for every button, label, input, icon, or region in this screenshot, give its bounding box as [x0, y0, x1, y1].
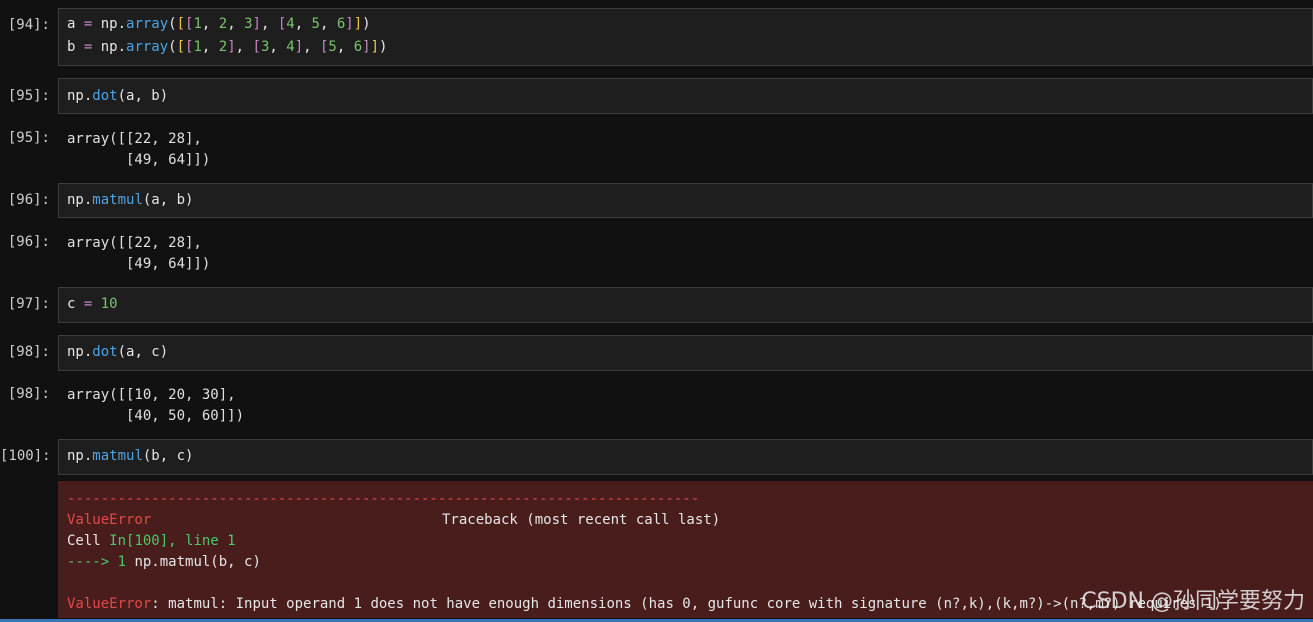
traceback-label: Traceback (most recent call last) — [442, 512, 721, 528]
output-line: [49, 64]]) — [67, 152, 211, 168]
output-line: [49, 64]]) — [67, 256, 211, 272]
code-cell-98[interactable]: np.dot(a, c) — [58, 335, 1313, 371]
code-cell-95[interactable]: np.dot(a, b) — [58, 78, 1313, 114]
output-98-prompt: [98]: — [7, 386, 50, 402]
output-line: array([[10, 20, 30], — [67, 387, 236, 403]
code-line: np.matmul(a, b) — [67, 192, 194, 208]
cell-95-prompt: [95]: — [7, 88, 50, 104]
code-line: a = np.array([[1, 2, 3], [4, 5, 6]]) — [67, 16, 371, 32]
code-cell-97[interactable]: c = 10 — [58, 287, 1313, 323]
arrow-marker: ----> 1 — [67, 554, 135, 570]
code-cell-100[interactable]: np.matmul(b, c) — [58, 439, 1313, 475]
output-line: [40, 50, 60]]) — [67, 408, 245, 424]
arrow-code: np.matmul(b, c) — [134, 554, 261, 570]
code-cell-94[interactable]: a = np.array([[1, 2, 3], [4, 5, 6]]) b =… — [58, 8, 1313, 66]
code-line: np.dot(a, c) — [67, 344, 169, 360]
code-line: c = 10 — [67, 296, 118, 312]
cell-prefix: Cell — [67, 533, 110, 549]
code-line: b = np.array([[1, 2], [3, 4], [5, 6]]) — [67, 39, 388, 55]
output-96-prompt: [96]: — [7, 234, 50, 250]
error-arrow-line: ----> 1 np.matmul(b, c) — [67, 552, 261, 573]
output-95-prompt: [95]: — [7, 130, 50, 146]
error-name: ValueError — [67, 512, 152, 528]
error-dashes: ----------------------------------------… — [67, 491, 700, 507]
code-line: np.matmul(b, c) — [67, 448, 194, 464]
cell-98-prompt: [98]: — [7, 344, 50, 360]
csdn-watermark: CSDN @孙同学要努力 — [1081, 589, 1305, 614]
output-line: array([[22, 28], — [67, 235, 202, 251]
output-line: array([[22, 28], — [67, 131, 202, 147]
final-error-message: : matmul: Input operand 1 does not have … — [151, 596, 1222, 612]
cell-ref-link[interactable]: In[100], line 1 — [109, 533, 235, 549]
final-error-name: ValueError — [67, 596, 152, 612]
cell-96-prompt: [96]: — [7, 192, 50, 208]
cell-100-prompt: [100]: — [0, 448, 51, 464]
cell-97-prompt: [97]: — [7, 296, 50, 312]
cell-94-prompt: [94]: — [7, 17, 50, 33]
error-header: ValueError Traceback (most recent call la… — [67, 510, 720, 531]
error-message-line: ValueError: matmul: Input operand 1 does… — [67, 594, 1222, 615]
code-line: np.dot(a, b) — [67, 88, 169, 104]
code-cell-96[interactable]: np.matmul(a, b) — [58, 183, 1313, 218]
error-cell-ref-line: Cell In[100], line 1 — [67, 531, 236, 552]
